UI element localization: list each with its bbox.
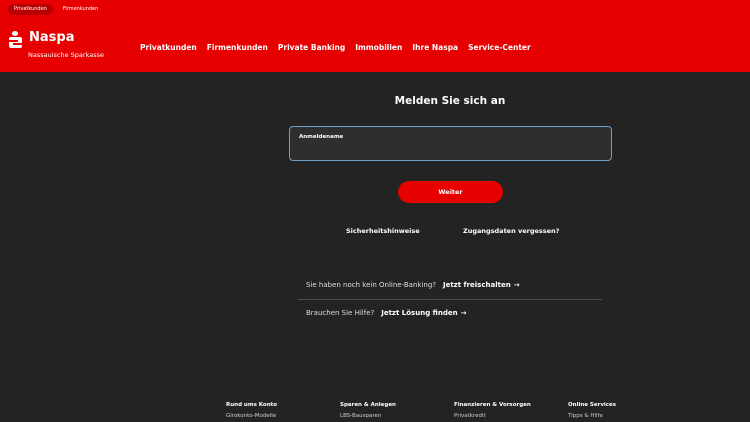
segment-tabs: Privatkunden Firmenkunden [8, 4, 104, 15]
footer-column-online-services: Online Services Tipps & Hilfe [568, 402, 616, 419]
nav-item-immobilien[interactable]: Immobilien [355, 43, 402, 52]
brand-subtitle: Nassauische Sparkasse [28, 51, 104, 59]
naspa-logo[interactable]: Naspa [8, 30, 74, 48]
footer-link[interactable]: LBS-Bausparen [340, 413, 396, 419]
register-question: Sie haben noch kein Online-Banking? [306, 281, 436, 289]
security-notes-link[interactable]: Sicherheitshinweise [346, 227, 420, 235]
segment-tab-privatkunden[interactable]: Privatkunden [8, 4, 53, 15]
arrow-right-icon: → [460, 309, 467, 317]
forgot-credentials-link[interactable]: Zugangsdaten vergessen? [463, 227, 559, 235]
help-question: Brauchen Sie Hilfe? [306, 309, 375, 317]
username-label: Anmeldename [299, 134, 344, 140]
footer-heading: Online Services [568, 402, 617, 408]
login-links: Sicherheitshinweise · Zugangsdaten verge… [290, 227, 610, 237]
username-field[interactable]: Anmeldename [289, 126, 612, 161]
footer-link[interactable]: Girokonto-Modelle [226, 413, 277, 419]
footer-heading: Rund ums Konto [226, 402, 278, 408]
nav-item-firmenkunden[interactable]: Firmenkunden [207, 43, 268, 52]
next-button[interactable]: Weiter [398, 181, 503, 203]
username-input[interactable] [298, 142, 598, 156]
footer-heading: Sparen & Anlegen [340, 402, 396, 408]
footer-column-sparen: Sparen & Anlegen LBS-Bausparen [340, 402, 396, 419]
divider [298, 299, 602, 300]
register-row: Sie haben noch kein Online-Banking? Jetz… [306, 281, 520, 289]
footer-heading: Finanzieren & Vorsorgen [454, 402, 531, 408]
help-row: Brauchen Sie Hilfe? Jetzt Lösung finden … [306, 309, 466, 317]
activate-online-banking-link[interactable]: Jetzt freischalten [443, 281, 511, 289]
segment-tab-firmenkunden[interactable]: Firmenkunden [57, 4, 104, 15]
link-separator: · [439, 227, 442, 235]
footer-link[interactable]: Tipps & Hilfe [568, 413, 616, 419]
login-title: Melden Sie sich an [394, 95, 506, 107]
footer-column-konto: Rund ums Konto Girokonto-Modelle [226, 402, 277, 419]
brand-name: Naspa [29, 30, 75, 45]
nav-item-privatkunden[interactable]: Privatkunden [140, 43, 197, 52]
nav-item-private-banking[interactable]: Private Banking [278, 43, 345, 52]
main-nav: Privatkunden Firmenkunden Private Bankin… [140, 43, 531, 52]
site-header: Privatkunden Firmenkunden Naspa Nassauis… [0, 0, 750, 72]
footer-column-finanzieren: Finanzieren & Vorsorgen Privatkredit [454, 402, 531, 419]
find-solution-link[interactable]: Jetzt Lösung finden [381, 309, 457, 317]
nav-item-ihre-naspa[interactable]: Ihre Naspa [412, 43, 458, 52]
nav-item-service-center[interactable]: Service-Center [468, 43, 531, 52]
sparkasse-logo-icon [8, 31, 23, 48]
arrow-right-icon: → [513, 281, 520, 289]
footer-link[interactable]: Privatkredit [454, 413, 531, 419]
